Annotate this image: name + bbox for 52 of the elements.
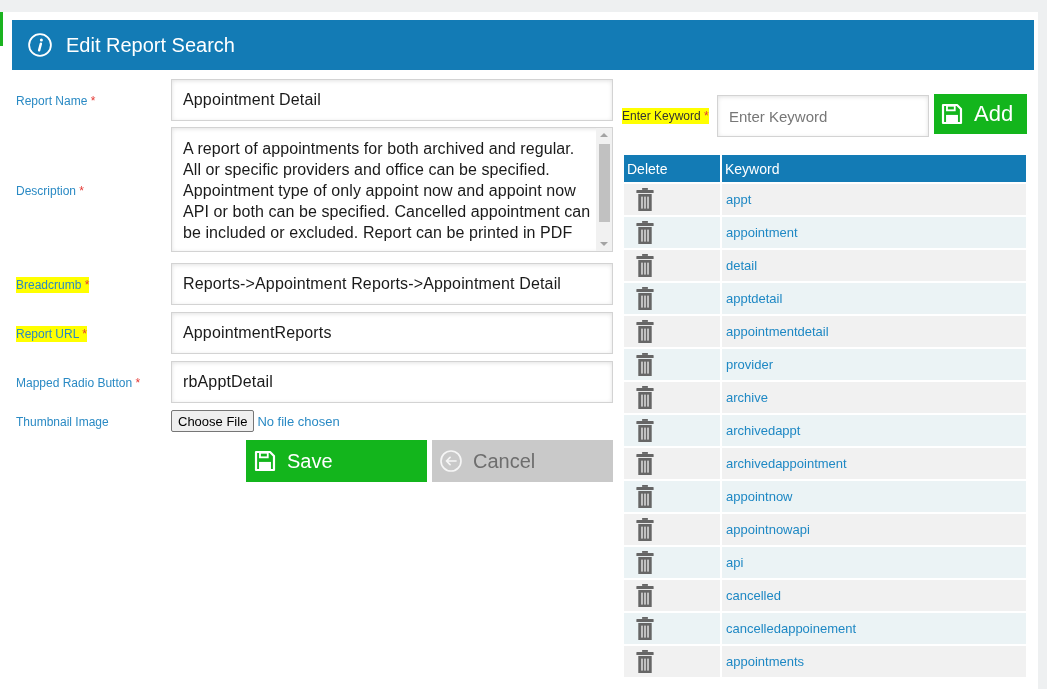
keyword-cell: detail: [722, 250, 1026, 281]
trash-icon[interactable]: [636, 419, 654, 442]
text-field[interactable]: Reports->Appointment Reports->Appointment Detail: [171, 263, 613, 305]
keyword-cell: appointnowapi: [722, 514, 1026, 545]
trash-icon[interactable]: [636, 254, 654, 277]
keyword-cell: cancelledappoinement: [722, 613, 1026, 644]
keyword-cell: api: [722, 547, 1026, 578]
column-header: Delete: [624, 155, 720, 182]
scrollbar[interactable]: [596, 128, 612, 251]
trash-icon[interactable]: [636, 551, 654, 574]
column-header: Keyword: [722, 155, 1026, 182]
text-field[interactable]: Appointment Detail: [171, 79, 613, 121]
field-label: Report URL *: [16, 326, 87, 342]
keyword-cell: appt: [722, 184, 1026, 215]
field-label: Mapped Radio Button *: [16, 375, 141, 391]
keyword-cell: appointment: [722, 217, 1026, 248]
keyword-cell: appointments: [722, 646, 1026, 677]
trash-icon[interactable]: [636, 452, 654, 475]
info-icon: [28, 33, 52, 57]
field-label: Breadcrumb *: [16, 277, 90, 293]
keyword-cell: appointnow: [722, 481, 1026, 512]
trash-icon[interactable]: [636, 287, 654, 310]
field-label: Description *: [16, 182, 85, 199]
page-title: Edit Report Search: [66, 33, 235, 57]
keyword-cell: archivedappt: [722, 415, 1026, 446]
trash-icon[interactable]: [636, 617, 654, 640]
trash-icon[interactable]: [636, 386, 654, 409]
trash-icon[interactable]: [636, 221, 654, 244]
keyword-cell: archivedappointment: [722, 448, 1026, 479]
accent-bar: [0, 12, 3, 46]
field-label: Enter Keyword *: [622, 108, 709, 124]
keyword-cell: apptdetail: [722, 283, 1026, 314]
field-label: Report Name *: [16, 93, 96, 109]
field-label: Thumbnail Image: [16, 414, 109, 430]
text-field[interactable]: rbApptDetail: [171, 361, 613, 403]
trash-icon[interactable]: [636, 650, 654, 673]
trash-icon[interactable]: [636, 518, 654, 541]
trash-icon[interactable]: [636, 320, 654, 343]
keyword-cell: archive: [722, 382, 1026, 413]
text-field[interactable]: AppointmentReports: [171, 312, 613, 354]
trash-icon[interactable]: [636, 353, 654, 376]
keyword-cell: cancelled: [722, 580, 1026, 611]
keyword-cell: provider: [722, 349, 1026, 380]
trash-icon[interactable]: [636, 584, 654, 607]
choose-file-button[interactable]: Choose File: [171, 410, 255, 432]
file-status: No file chosen: [257, 413, 340, 429]
back-arrow-circle-icon: [440, 450, 462, 472]
trash-icon[interactable]: [636, 188, 654, 211]
trash-icon[interactable]: [636, 485, 654, 508]
keyword-cell: appointmentdetail: [722, 316, 1026, 347]
keyword-input[interactable]: Enter Keyword: [717, 95, 929, 137]
description-field[interactable]: A report of appointments for both archived and regular. All or specific providers and office can be specified. Appointment type of only appoint now and appoint now API or both can be specified. Cancelled appointment can be included or excluded. Report can be printed in PDF: [171, 127, 613, 252]
